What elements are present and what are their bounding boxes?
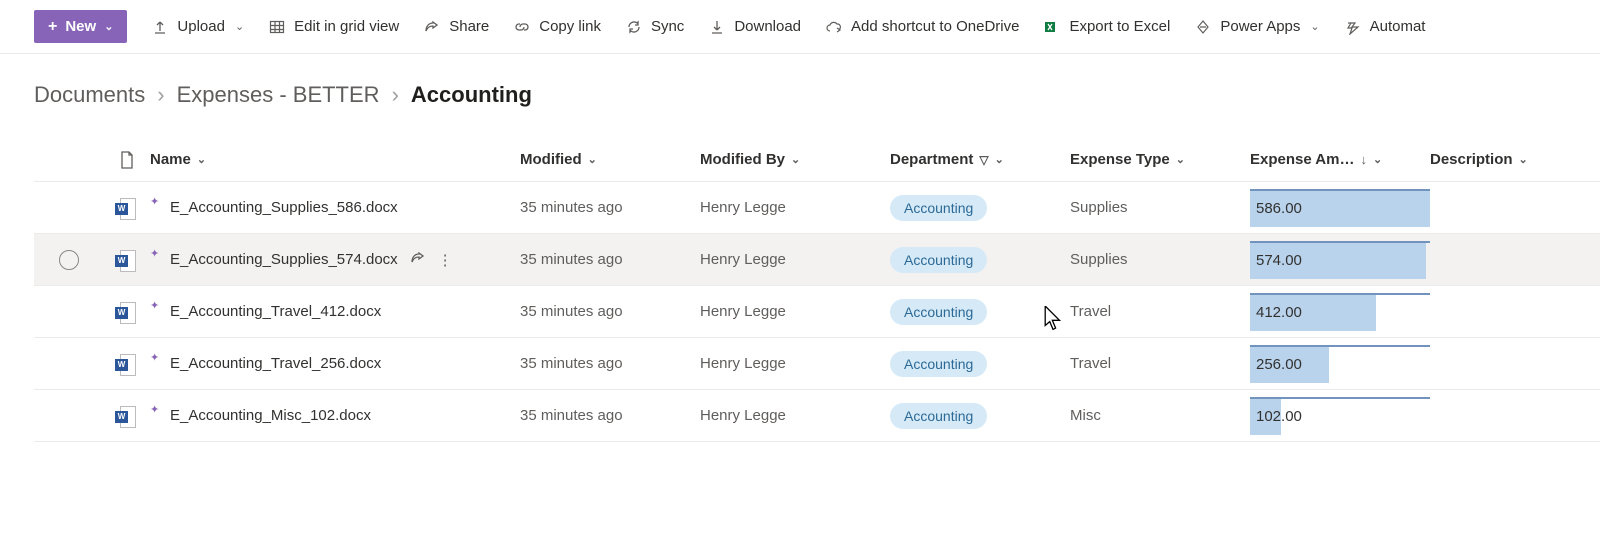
upload-button[interactable]: Upload ⌄ — [151, 18, 244, 36]
new-button[interactable]: + New ⌄ — [34, 10, 127, 43]
file-name[interactable]: E_Accounting_Misc_102.docx — [170, 407, 371, 424]
word-file-icon — [118, 198, 136, 218]
file-table: Name⌄ Modified⌄ Modified By⌄ Department … — [34, 138, 1600, 442]
word-file-icon — [118, 302, 136, 322]
department-pill[interactable]: Accounting — [890, 403, 987, 429]
breadcrumb-current: Accounting — [411, 82, 532, 108]
sync-button[interactable]: Sync — [625, 18, 684, 36]
new-indicator-icon: ✦ — [150, 198, 158, 206]
table-row[interactable]: ✦E_Accounting_Travel_412.docx⋮35 minutes… — [34, 286, 1600, 338]
power-apps-icon — [1194, 18, 1212, 36]
modified-by-cell: Henry Legge — [700, 355, 890, 372]
chevron-right-icon: › — [157, 82, 164, 108]
expense-type-cell: Travel — [1070, 355, 1250, 372]
amount-cell: 586.00 — [1250, 189, 1430, 227]
department-pill[interactable]: Accounting — [890, 299, 987, 325]
chevron-right-icon: › — [392, 82, 399, 108]
plus-icon: + — [48, 19, 57, 35]
breadcrumb-root[interactable]: Documents — [34, 82, 145, 108]
download-button[interactable]: Download — [708, 18, 801, 36]
col-modified[interactable]: Modified⌄ — [520, 151, 700, 168]
add-shortcut-button[interactable]: Add shortcut to OneDrive — [825, 18, 1019, 36]
col-expense-amount[interactable]: Expense Am… ↓ ⌄ — [1250, 151, 1430, 168]
modified-by-cell: Henry Legge — [700, 303, 890, 320]
col-name[interactable]: Name⌄ — [150, 151, 520, 168]
expense-type-cell: Travel — [1070, 303, 1250, 320]
sync-icon — [625, 18, 643, 36]
modified-cell: 35 minutes ago — [520, 251, 700, 268]
chevron-down-icon: ⌄ — [235, 20, 244, 33]
chevron-down-icon: ⌄ — [1310, 20, 1319, 33]
expense-type-cell: Supplies — [1070, 251, 1250, 268]
sort-desc-icon: ↓ — [1360, 152, 1367, 167]
modified-by-cell: Henry Legge — [700, 407, 890, 424]
modified-by-cell: Henry Legge — [700, 199, 890, 216]
breadcrumb: Documents › Expenses - BETTER › Accounti… — [0, 54, 1600, 118]
modified-cell: 35 minutes ago — [520, 407, 700, 424]
modified-cell: 35 minutes ago — [520, 199, 700, 216]
file-name[interactable]: E_Accounting_Supplies_586.docx — [170, 199, 398, 216]
col-department[interactable]: Department ▽ ⌄ — [890, 151, 1070, 168]
filter-icon: ▽ — [979, 153, 988, 167]
edit-grid-button[interactable]: Edit in grid view — [268, 18, 399, 36]
department-pill[interactable]: Accounting — [890, 247, 987, 273]
table-row[interactable]: ✦E_Accounting_Supplies_586.docx⋮35 minut… — [34, 182, 1600, 234]
new-indicator-icon: ✦ — [150, 250, 158, 258]
new-label: New — [65, 18, 96, 35]
col-expense-type[interactable]: Expense Type⌄ — [1070, 151, 1250, 168]
new-indicator-icon: ✦ — [150, 354, 158, 362]
onedrive-shortcut-icon — [825, 18, 843, 36]
new-indicator-icon: ✦ — [150, 406, 158, 414]
breadcrumb-mid[interactable]: Expenses - BETTER — [177, 82, 380, 108]
department-pill[interactable]: Accounting — [890, 351, 987, 377]
table-header-row: Name⌄ Modified⌄ Modified By⌄ Department … — [34, 138, 1600, 182]
file-name[interactable]: E_Accounting_Travel_256.docx — [170, 355, 381, 372]
automate-button[interactable]: Automat — [1344, 18, 1426, 36]
table-row[interactable]: ✦E_Accounting_Travel_256.docx⋮35 minutes… — [34, 338, 1600, 390]
file-name[interactable]: E_Accounting_Supplies_574.docx — [170, 251, 398, 268]
amount-cell: 256.00 — [1250, 345, 1430, 383]
row-share-icon[interactable] — [410, 250, 426, 270]
file-name[interactable]: E_Accounting_Travel_412.docx — [170, 303, 381, 320]
amount-cell: 412.00 — [1250, 293, 1430, 331]
share-icon — [423, 18, 441, 36]
upload-icon — [151, 18, 169, 36]
expense-type-cell: Misc — [1070, 407, 1250, 424]
modified-by-cell: Henry Legge — [700, 251, 890, 268]
export-excel-button[interactable]: Export to Excel — [1043, 18, 1170, 36]
department-pill[interactable]: Accounting — [890, 195, 987, 221]
copy-link-button[interactable]: Copy link — [513, 18, 601, 36]
grid-icon — [268, 18, 286, 36]
modified-cell: 35 minutes ago — [520, 303, 700, 320]
table-row[interactable]: ✦E_Accounting_Misc_102.docx⋮35 minutes a… — [34, 390, 1600, 442]
word-file-icon — [118, 250, 136, 270]
word-file-icon — [118, 354, 136, 374]
share-button[interactable]: Share — [423, 18, 489, 36]
filetype-column-icon[interactable] — [104, 151, 150, 169]
word-file-icon — [118, 406, 136, 426]
chevron-down-icon: ⌄ — [104, 20, 113, 33]
automate-icon — [1344, 18, 1362, 36]
row-more-icon[interactable]: ⋮ — [438, 251, 453, 269]
amount-cell: 574.00 — [1250, 241, 1430, 279]
select-radio[interactable] — [59, 250, 79, 270]
excel-icon — [1043, 18, 1061, 36]
modified-cell: 35 minutes ago — [520, 355, 700, 372]
command-bar: + New ⌄ Upload ⌄ Edit in grid view Share… — [0, 0, 1600, 54]
link-icon — [513, 18, 531, 36]
expense-type-cell: Supplies — [1070, 199, 1250, 216]
power-apps-button[interactable]: Power Apps ⌄ — [1194, 18, 1319, 36]
download-icon — [708, 18, 726, 36]
table-row[interactable]: ✦ E_Accounting_Supplies_574.docx ⋮ 35 minut… — [34, 234, 1600, 286]
col-modified-by[interactable]: Modified By⌄ — [700, 151, 890, 168]
amount-cell: 102.00 — [1250, 397, 1430, 435]
col-description[interactable]: Description⌄ — [1430, 151, 1600, 168]
new-indicator-icon: ✦ — [150, 302, 158, 310]
